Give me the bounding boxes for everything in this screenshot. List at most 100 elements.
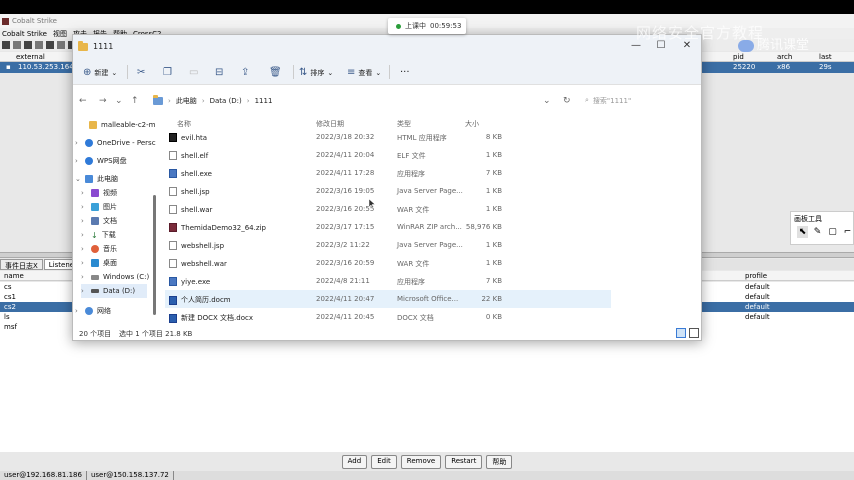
toolbar-icon[interactable] — [24, 41, 32, 49]
sort-button[interactable]: ⇅ 排序 ⌄ — [299, 67, 333, 78]
col-arch[interactable]: arch — [777, 53, 792, 61]
col-name[interactable]: name — [4, 272, 24, 280]
breadcrumb[interactable]: › 此电脑 › Data (D:) › 1111 — [153, 95, 273, 106]
nav-item-drive-c[interactable]: › Windows (C:) — [81, 270, 149, 284]
edit-button[interactable]: Edit — [371, 455, 397, 469]
delete-button[interactable]: 🗑 — [269, 67, 282, 78]
file-row[interactable]: yiye.exe 2022/4/8 21:11 应用程序 7 KB — [165, 272, 611, 290]
forward-icon[interactable]: → — [99, 96, 107, 106]
cut-icon: ✂ — [137, 67, 146, 78]
breadcrumb-this-pc[interactable]: 此电脑 — [176, 96, 197, 106]
nav-item-onedrive[interactable]: › OneDrive - Persc — [75, 136, 156, 150]
file-name: shell.elf — [181, 151, 209, 160]
file-row[interactable]: 新建 DOCX 文档.docx 2022/4/11 20:45 DOCX 文档 … — [165, 308, 611, 326]
nav-item-this-pc[interactable]: ⌄ 此电脑 — [75, 172, 118, 186]
selection-info: 选中 1 个项目 21.8 KB — [119, 330, 193, 338]
status-session-2[interactable]: user@150.158.137.72 — [87, 471, 174, 480]
nav-scrollbar[interactable] — [153, 195, 156, 315]
status-session-1[interactable]: user@192.168.81.186 — [0, 471, 87, 480]
refresh-icon[interactable]: ↻ — [563, 96, 571, 106]
nav-item-wps[interactable]: › WPS网盘 — [75, 154, 127, 168]
share-button[interactable]: ⇪ — [241, 67, 249, 78]
text-icon[interactable]: ⌐ — [842, 226, 853, 238]
copy-button[interactable]: ❐ — [163, 67, 172, 78]
file-name: shell.war — [181, 205, 213, 214]
back-icon[interactable]: ← — [79, 96, 87, 106]
breadcrumb-folder[interactable]: 1111 — [255, 97, 273, 105]
cs-menu-item[interactable]: Cobalt Strike — [2, 30, 47, 38]
download-icon: ↓ — [91, 230, 98, 240]
rename-button[interactable]: ⊟ — [215, 67, 223, 78]
nav-item-documents[interactable]: › 文档 — [81, 214, 117, 228]
document-icon — [91, 217, 99, 225]
remove-button[interactable]: Remove — [400, 455, 442, 469]
cs-menu-item[interactable]: 视图 — [53, 29, 67, 39]
breadcrumb-drive[interactable]: Data (D:) — [210, 97, 242, 105]
command-bar: ⊕ 新建 ⌄ ✂ ❐ ▭ ⊟ ⇪ 🗑 ⇅ 排序 ⌄ ≡ 查看 ⌄ ··· — [73, 59, 701, 85]
file-name: ThemidaDemo32_64.zip — [181, 223, 266, 232]
toolbar-icon[interactable] — [2, 41, 10, 49]
file-row[interactable]: webshell.war 2022/3/16 20:59 WAR 文件 1 KB — [165, 254, 611, 272]
help-button[interactable]: 帮助 — [486, 455, 513, 469]
nav-item-music[interactable]: › 音乐 — [81, 242, 117, 256]
nav-item-downloads[interactable]: › ↓ 下载 — [81, 228, 116, 242]
listener-name: cs — [4, 283, 12, 291]
file-type: Java Server Page... — [397, 187, 463, 195]
file-name: shell.exe — [181, 169, 212, 178]
tencent-class-icon — [738, 39, 754, 52]
exe-file-icon — [169, 169, 177, 178]
file-row[interactable]: shell.jsp 2022/3/16 19:05 Java Server Pa… — [165, 182, 611, 200]
more-button[interactable]: ··· — [400, 67, 410, 78]
col-external[interactable]: external — [16, 53, 45, 61]
chevron-down-icon: ⌄ — [375, 68, 382, 77]
restart-button[interactable]: Restart — [445, 455, 483, 469]
file-date: 2022/3/16 20:55 — [316, 205, 375, 213]
file-row[interactable]: evil.hta 2022/3/18 20:32 HTML 应用程序 8 KB — [165, 128, 611, 146]
cut-button[interactable]: ✂ — [137, 67, 145, 78]
explorer-tab[interactable]: 1111 — [78, 40, 113, 51]
nav-item-desktop[interactable]: › 桌面 — [81, 256, 117, 270]
recent-icon[interactable]: ⌄ — [115, 96, 123, 106]
file-row[interactable]: shell.exe 2022/4/11 17:28 应用程序 7 KB — [165, 164, 611, 182]
nav-item-pictures[interactable]: › 图片 — [81, 200, 117, 214]
file-row[interactable]: webshell.jsp 2022/3/2 11:22 Java Server … — [165, 236, 611, 254]
col-profile[interactable]: profile — [745, 272, 767, 280]
beacon-last: 29s — [819, 63, 832, 71]
file-row[interactable]: ThemidaDemo32_64.zip 2022/3/17 17:15 Win… — [165, 218, 611, 236]
file-icon — [169, 151, 177, 160]
details-view-icon[interactable] — [676, 328, 686, 338]
pointer-icon[interactable]: ⬉ — [797, 226, 808, 238]
nav-label: 音乐 — [103, 245, 117, 253]
tiles-view-icon[interactable] — [689, 328, 699, 338]
folder-icon — [89, 121, 97, 129]
toolbar-icon[interactable] — [13, 41, 21, 49]
toolbar-icon[interactable] — [57, 41, 65, 49]
col-last[interactable]: last — [819, 53, 832, 61]
nav-item-network[interactable]: › 网络 — [75, 304, 111, 318]
file-row[interactable]: shell.elf 2022/4/11 20:04 ELF 文件 1 KB — [165, 146, 611, 164]
view-button[interactable]: ≡ 查看 ⌄ — [347, 67, 381, 78]
new-button[interactable]: ⊕ 新建 ⌄ — [83, 67, 117, 78]
exe-file-icon — [169, 277, 177, 286]
pen-icon[interactable]: ✎ — [812, 226, 823, 238]
nav-item-drive-d[interactable]: › Data (D:) — [81, 284, 147, 298]
col-pid[interactable]: pid — [733, 53, 744, 61]
nav-item-videos[interactable]: › 视频 — [81, 186, 117, 200]
rectangle-icon[interactable]: ▢ — [827, 226, 838, 238]
file-row-selected[interactable]: 个人简历.docm 2022/4/11 20:47 Microsoft Offi… — [165, 290, 611, 308]
paste-button[interactable]: ▭ — [189, 67, 198, 78]
add-button[interactable]: Add — [341, 455, 368, 469]
tab-event-log[interactable]: 事件日志X — [0, 259, 43, 270]
toolbar-icon[interactable] — [46, 41, 54, 49]
file-name: webshell.war — [181, 259, 227, 268]
nav-item[interactable]: malleable-c2-m — [79, 118, 155, 132]
file-icon — [169, 205, 177, 214]
search-input[interactable]: ⌕ 搜索"1111" — [585, 96, 631, 106]
cs-status-bar: user@192.168.81.186 user@150.158.137.72 — [0, 471, 854, 480]
toolbar-icon[interactable] — [35, 41, 43, 49]
item-count: 20 个项目 — [79, 330, 112, 338]
recording-indicator[interactable]: 上课中 00:59:53 — [388, 18, 466, 34]
file-row[interactable]: shell.war 2022/3/16 20:55 WAR 文件 1 KB — [165, 200, 611, 218]
address-dropdown-icon[interactable]: ⌄ — [543, 96, 551, 106]
up-icon[interactable]: ↑ — [131, 96, 139, 106]
